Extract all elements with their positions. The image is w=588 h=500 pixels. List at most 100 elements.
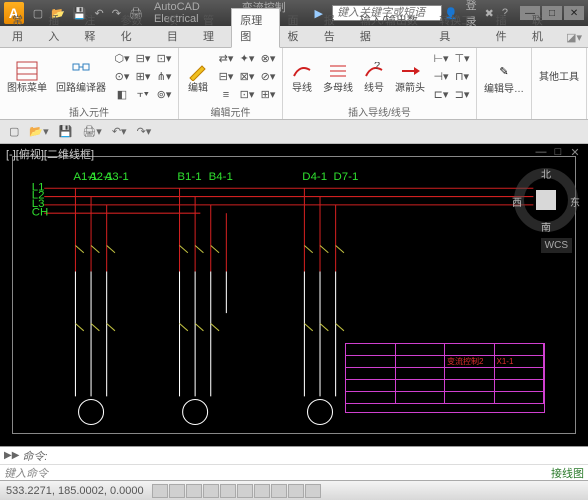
command-hint-text: 键入命令 bbox=[4, 465, 48, 481]
jumper-icon[interactable]: ⫟▾ bbox=[133, 86, 153, 103]
command-hint[interactable]: 键入命令 接线图 bbox=[0, 464, 588, 480]
scoot-icon[interactable]: ⊡▾ bbox=[237, 86, 257, 103]
compass-east[interactable]: 东 bbox=[570, 194, 580, 209]
drawing-border: L1L2L3CH A1-1A2-1A3-1 B1-1B4-1 D4-1D7-1 … bbox=[12, 156, 576, 434]
move-icon[interactable]: ✦▾ bbox=[237, 50, 257, 67]
number-icon: ? bbox=[362, 60, 386, 82]
osnap-toggle[interactable] bbox=[220, 484, 236, 498]
ortho-toggle[interactable] bbox=[186, 484, 202, 498]
tab-insert[interactable]: 插入 bbox=[40, 9, 76, 47]
panel-other: 其他工具 bbox=[532, 48, 587, 119]
dyn-toggle[interactable] bbox=[271, 484, 287, 498]
tab-schematic[interactable]: 原理图 bbox=[231, 8, 279, 48]
qprint-icon[interactable]: 🖨▾ bbox=[79, 124, 105, 139]
grid-toggle[interactable] bbox=[169, 484, 185, 498]
qnew-icon[interactable]: ▢ bbox=[6, 124, 22, 139]
view-cube[interactable]: 北 南 西 东 bbox=[514, 168, 578, 232]
terminal-icon[interactable]: ⊡▾ bbox=[154, 50, 174, 67]
qsave-icon[interactable]: 💾 bbox=[56, 124, 76, 139]
audit-icon[interactable]: ⊞▾ bbox=[258, 86, 278, 103]
dot-icon[interactable]: ⊙▾ bbox=[112, 68, 132, 85]
compass-north[interactable]: 北 bbox=[541, 166, 551, 181]
link-icon[interactable]: ⋔▾ bbox=[154, 68, 174, 85]
icon-menu-button[interactable]: 图标菜单 bbox=[4, 59, 50, 95]
retag-icon[interactable]: ⇄▾ bbox=[216, 50, 236, 67]
svg-text:B1-1: B1-1 bbox=[177, 171, 201, 183]
drawing-canvas[interactable]: [-][俯视][二维线框] — □ ✕ 北 南 西 东 WCS bbox=[0, 144, 588, 446]
close-button[interactable]: ✕ bbox=[564, 6, 584, 20]
qp-toggle[interactable] bbox=[305, 484, 321, 498]
wire-check-icon[interactable]: ⊓▾ bbox=[452, 68, 472, 85]
delete-icon[interactable]: ⊘▾ bbox=[258, 68, 278, 85]
stretch-wire-icon[interactable]: ⊣▾ bbox=[431, 68, 451, 85]
lwt-toggle[interactable] bbox=[288, 484, 304, 498]
command-chevron-icon: ▶▶ bbox=[4, 450, 19, 461]
panel-edit-wires: ✎编辑导… bbox=[477, 48, 532, 119]
wirenum-button[interactable]: ?线号 bbox=[359, 59, 389, 95]
tab-convert[interactable]: 转换工具 bbox=[431, 9, 487, 47]
source-arrow-button[interactable]: 源箭头 bbox=[392, 59, 428, 95]
trim-wire-icon[interactable]: ⊢▾ bbox=[431, 50, 451, 67]
swap-icon[interactable]: ⊠▾ bbox=[237, 68, 257, 85]
tab-addins[interactable]: 插件 bbox=[488, 9, 524, 47]
insert-small-tools: ⬡▾ ⊟▾ ⊡▾ ⊙▾ ⊞▾ ⋔▾ ◧ ⫟▾ ⊚▾ bbox=[112, 50, 174, 103]
tab-home[interactable]: 常用 bbox=[4, 9, 40, 47]
multibus-button[interactable]: 多母线 bbox=[320, 59, 356, 95]
wcs-label[interactable]: WCS bbox=[541, 238, 572, 253]
tab-online[interactable]: 联机 bbox=[524, 9, 560, 47]
edit-component-button[interactable]: 编辑 bbox=[183, 59, 213, 95]
tab-annotate[interactable]: 注释 bbox=[76, 9, 112, 47]
qredo-icon[interactable]: ↷▾ bbox=[134, 124, 155, 139]
align-icon[interactable]: ≡ bbox=[216, 86, 236, 103]
pencil-icon bbox=[186, 60, 210, 82]
ladder-icon[interactable]: ⊏▾ bbox=[431, 86, 451, 103]
svg-text:D7-1: D7-1 bbox=[334, 171, 359, 183]
edit-wire-button[interactable]: ✎编辑导… bbox=[481, 60, 527, 96]
title-block: 变流控制2X1-1 bbox=[345, 343, 545, 413]
connector-icon[interactable]: ⊞▾ bbox=[133, 68, 153, 85]
location-icon[interactable]: ⊚▾ bbox=[154, 86, 174, 103]
circuit-builder-button[interactable]: 回路编译器 bbox=[53, 59, 109, 95]
other-tools-button[interactable]: 其他工具 bbox=[536, 71, 582, 84]
tab-manage[interactable]: 管理 bbox=[195, 9, 231, 47]
minimize-viewport-icon[interactable]: — bbox=[534, 146, 548, 159]
pin-icon[interactable]: ⊟▾ bbox=[133, 50, 153, 67]
maximize-viewport-icon[interactable]: □ bbox=[551, 146, 565, 159]
status-toggle-buttons bbox=[152, 484, 321, 498]
wire-gap-icon[interactable]: ⊤▾ bbox=[452, 50, 472, 67]
qundo-icon[interactable]: ↶▾ bbox=[109, 124, 130, 139]
wire-button[interactable]: 导线 bbox=[287, 59, 317, 95]
ducs-toggle[interactable] bbox=[254, 484, 270, 498]
otrack-toggle[interactable] bbox=[237, 484, 253, 498]
tab-project[interactable]: 项目 bbox=[159, 9, 195, 47]
qopen-icon[interactable]: 📂▾ bbox=[26, 124, 51, 139]
ribbon-tabs: 常用 插入 注释 参数化 项目 管理 原理图 面板 报告 输入/输出数据 转换工… bbox=[0, 26, 588, 48]
dashboard-icon[interactable]: ◧ bbox=[112, 86, 132, 103]
command-prompt: 命令: bbox=[22, 448, 47, 464]
tab-reports[interactable]: 报告 bbox=[316, 9, 352, 47]
snap-toggle[interactable] bbox=[152, 484, 168, 498]
command-right-mark: 接线图 bbox=[551, 465, 584, 481]
icon-menu-icon bbox=[15, 60, 39, 82]
svg-text:CH: CH bbox=[32, 206, 49, 218]
cube-top-icon[interactable] bbox=[536, 190, 556, 210]
polar-toggle[interactable] bbox=[203, 484, 219, 498]
svg-text:B4-1: B4-1 bbox=[209, 171, 233, 183]
titleblock-sheet: X1-1 bbox=[495, 356, 545, 367]
compass-west[interactable]: 西 bbox=[512, 194, 522, 209]
tab-parametric[interactable]: 参数化 bbox=[113, 9, 159, 47]
circuit-icon bbox=[69, 60, 93, 82]
titleblock-title: 变流控制2 bbox=[445, 356, 495, 367]
panel-wires: 导线 多母线 ?线号 源箭头 ⊢▾⊤▾ ⊣▾⊓▾ ⊏▾⊐▾ 插入导线/线号 bbox=[283, 48, 477, 119]
compass-south[interactable]: 南 bbox=[541, 219, 551, 234]
copy-icon[interactable]: ⊟▾ bbox=[216, 68, 236, 85]
tab-panel[interactable]: 面板 bbox=[280, 9, 316, 47]
wire-color-icon[interactable]: ⊐▾ bbox=[452, 86, 472, 103]
view-label[interactable]: [-][俯视][二维线框] bbox=[6, 146, 94, 162]
component-icon[interactable]: ⬡▾ bbox=[112, 50, 132, 67]
ribbon-collapse-icon[interactable]: ◪▾ bbox=[560, 28, 588, 47]
close-viewport-icon[interactable]: ✕ bbox=[568, 146, 582, 159]
tab-io[interactable]: 输入/输出数据 bbox=[352, 9, 431, 47]
command-line[interactable]: ▶▶ 命令: bbox=[0, 446, 588, 464]
xref-icon[interactable]: ⊗▾ bbox=[258, 50, 278, 67]
